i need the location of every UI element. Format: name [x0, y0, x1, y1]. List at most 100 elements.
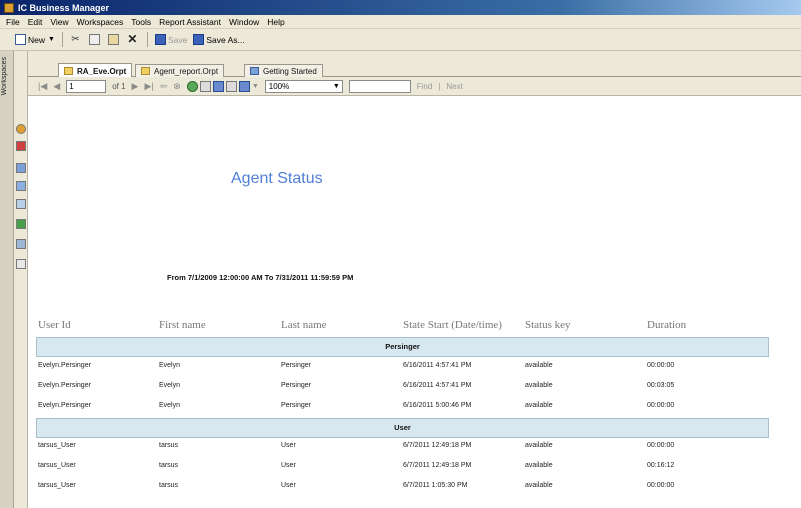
- save-button[interactable]: Save: [152, 31, 190, 48]
- cell-status-key: available: [525, 482, 553, 489]
- cell-user-id: Evelyn.Persinger: [38, 402, 91, 409]
- new-document-icon: [15, 34, 26, 45]
- last-page-icon[interactable]: ▶|: [144, 81, 153, 92]
- next-page-icon[interactable]: ▶: [132, 81, 139, 92]
- cell-status-key: available: [525, 402, 553, 409]
- column-header-last-name: Last name: [281, 319, 327, 331]
- window-title: IC Business Manager: [18, 2, 110, 13]
- save-as-button[interactable]: Save As...: [190, 31, 247, 48]
- cell-status-key: available: [525, 442, 553, 449]
- cell-user-id: tarsus_User: [38, 482, 76, 489]
- cut-icon[interactable]: ✂: [67, 31, 86, 48]
- toolbar-separator: [61, 32, 63, 47]
- menu-window[interactable]: Window: [225, 17, 263, 27]
- print-icon[interactable]: [199, 80, 211, 92]
- page-number-input[interactable]: 1: [66, 79, 107, 93]
- document-tabstrip: RA_Eve.Orpt Agent_report.Orpt Getting St…: [28, 51, 801, 78]
- menu-bar: File Edit View Workspaces Tools Report A…: [0, 15, 801, 29]
- document-icon[interactable]: [16, 259, 26, 269]
- export-icon[interactable]: [238, 80, 250, 92]
- title-bar: IC Business Manager: [0, 0, 801, 15]
- cell-last-name: Persinger: [281, 362, 311, 369]
- refresh-report-icon[interactable]: [186, 80, 198, 92]
- page-setup-icon[interactable]: [225, 80, 237, 92]
- cell-last-name: User: [281, 442, 296, 449]
- print-layout-icon[interactable]: [212, 80, 224, 92]
- workspaces-rail[interactable]: Workspaces: [0, 51, 14, 508]
- delete-icon[interactable]: ✕: [124, 31, 143, 48]
- menu-edit[interactable]: Edit: [24, 17, 47, 27]
- cell-last-name: User: [281, 462, 296, 469]
- cell-duration: 00:00:00: [647, 402, 675, 409]
- menu-help[interactable]: Help: [263, 17, 288, 27]
- refresh-icon[interactable]: [16, 219, 26, 229]
- zoom-select[interactable]: 100% ▼: [264, 79, 343, 93]
- previous-page-icon[interactable]: ◀: [53, 81, 60, 92]
- cell-state-start: 6/7/2011 12:49:18 PM: [403, 462, 472, 469]
- zoom-value: 100%: [268, 81, 290, 91]
- column-header-status-key: Status key: [525, 319, 571, 331]
- menu-report-assistant[interactable]: Report Assistant: [155, 17, 225, 27]
- cell-first-name: Evelyn: [159, 362, 181, 369]
- menu-view[interactable]: View: [46, 17, 72, 27]
- save-as-icon: [193, 34, 205, 45]
- users-icon[interactable]: [16, 181, 26, 191]
- cell-duration: 00:03:05: [647, 382, 675, 389]
- workgroups-icon[interactable]: [16, 199, 26, 209]
- next-link[interactable]: Next: [446, 82, 462, 91]
- report-page: Agent Status From 7/1/2009 12:00:00 AM T…: [28, 96, 801, 508]
- chevron-down-icon[interactable]: ▼: [48, 36, 55, 43]
- app-icon: [4, 2, 14, 13]
- find-input[interactable]: [348, 79, 411, 93]
- menu-workspaces[interactable]: Workspaces: [73, 17, 128, 27]
- cell-user-id: Evelyn.Persinger: [38, 382, 91, 389]
- cell-status-key: available: [525, 362, 553, 369]
- report-date-range: From 7/1/2009 12:00:00 AM To 7/31/2011 1…: [167, 273, 354, 282]
- tab-getting-started[interactable]: Getting Started: [244, 64, 323, 77]
- column-header-state-start: State Start (Date/time): [403, 319, 502, 331]
- cell-duration: 00:00:00: [647, 482, 675, 489]
- report-file-icon: [141, 67, 150, 75]
- new-button-label: New: [28, 34, 46, 45]
- toolbar-separator: [146, 32, 148, 47]
- back-icon[interactable]: ⇦: [160, 81, 168, 92]
- first-page-icon[interactable]: |◀: [38, 81, 47, 92]
- queue-icon[interactable]: [16, 124, 26, 134]
- cell-state-start: 6/16/2011 4:57:41 PM: [403, 362, 472, 369]
- paste-icon[interactable]: [105, 31, 124, 48]
- copy-icon[interactable]: [86, 31, 105, 48]
- cell-duration: 00:16:12: [647, 462, 675, 469]
- cell-state-start: 6/7/2011 12:49:18 PM: [403, 442, 472, 449]
- menu-tools[interactable]: Tools: [127, 17, 155, 27]
- cell-first-name: tarsus: [159, 482, 179, 489]
- page-count: of 1: [112, 81, 126, 91]
- new-button[interactable]: New ▼: [12, 31, 58, 48]
- cell-state-start: 6/16/2011 4:57:41 PM: [403, 382, 472, 389]
- tab-agent-report[interactable]: Agent_report.Orpt: [135, 64, 225, 77]
- tab-label: RA_Eve.Orpt: [77, 66, 127, 76]
- tab-label: Getting Started: [263, 66, 317, 76]
- cell-status-key: available: [525, 462, 553, 469]
- tab-ra-eve[interactable]: RA_Eve.Orpt: [58, 63, 133, 78]
- cell-first-name: tarsus: [159, 462, 179, 469]
- report-icon[interactable]: [16, 163, 26, 173]
- find-link[interactable]: Find: [417, 82, 433, 91]
- save-icon: [154, 34, 166, 45]
- chevron-down-icon: ▼: [332, 82, 340, 90]
- getting-started-icon: [250, 67, 259, 75]
- export-dropdown-icon[interactable]: ▼: [252, 83, 259, 90]
- cell-duration: 00:00:00: [647, 442, 675, 449]
- workspaces-rail-label: Workspaces: [1, 57, 8, 96]
- menu-file[interactable]: File: [2, 17, 24, 27]
- cell-last-name: Persinger: [281, 402, 311, 409]
- cell-status-key: available: [525, 382, 553, 389]
- group-header-user: User: [36, 418, 769, 438]
- column-header-duration: Duration: [647, 319, 687, 331]
- config-icon[interactable]: [16, 239, 26, 249]
- stop-icon[interactable]: ⊗: [173, 81, 181, 92]
- stats-icon[interactable]: [16, 141, 26, 151]
- report-viewer-toolbar: |◀ ◀ 1 of 1 ▶ ▶| ⇦ ⊗ ▼ 100% ▼ Find | Nex…: [28, 77, 801, 96]
- column-header-user-id: User Id: [38, 319, 71, 331]
- main-toolbar: New ▼ ✂ ✕ Save Save As...: [0, 29, 801, 51]
- cell-last-name: Persinger: [281, 382, 311, 389]
